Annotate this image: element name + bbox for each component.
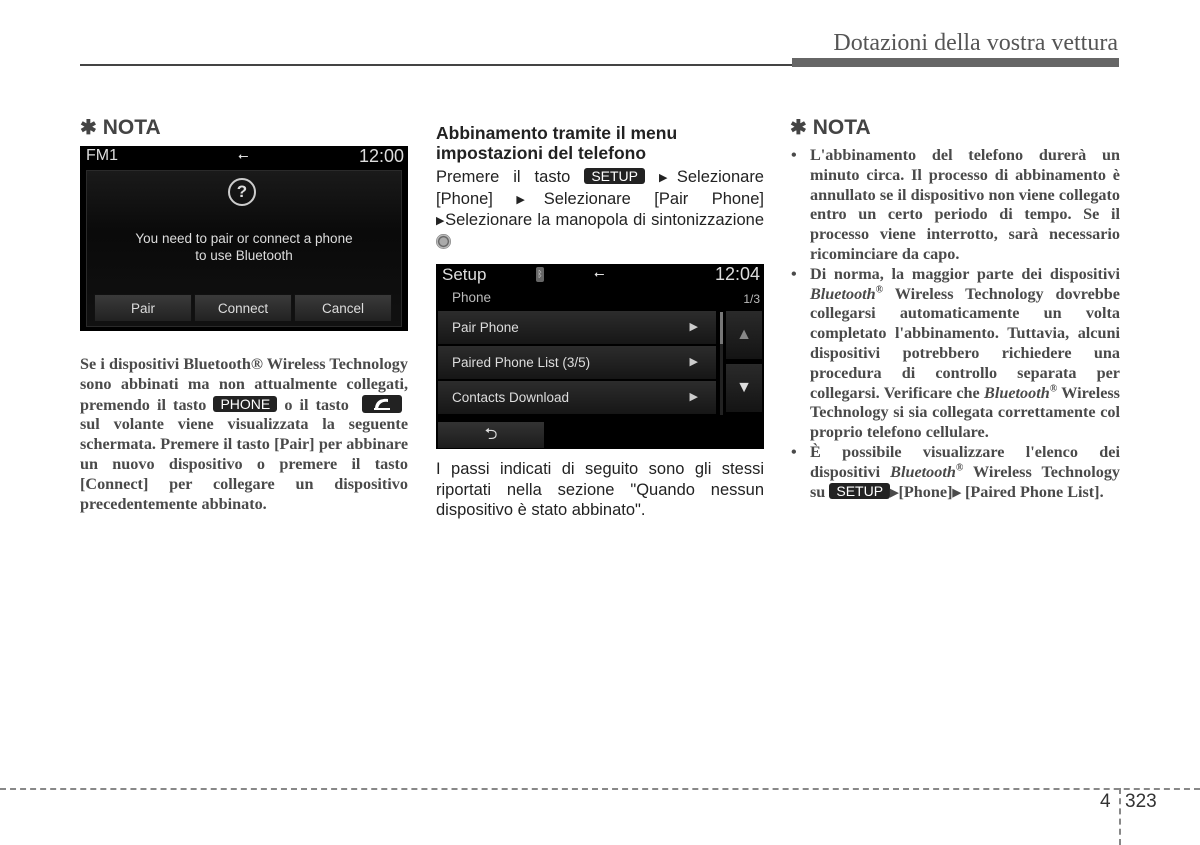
pair-button[interactable]: Pair: [94, 294, 192, 322]
play-arrow-icon: ▶: [689, 321, 698, 333]
section-header-title: Dotazioni della vostra vettura: [833, 30, 1118, 56]
bluetooth-prompt-screen: FM1 ⭠ 12:00 ? You need to pair or connec…: [80, 146, 408, 331]
arrow-right-icon: ▶: [890, 486, 899, 499]
note-text: L'abbinamento del telefono durerà un min…: [810, 146, 1120, 263]
dialog-buttons: Pair Connect Cancel: [94, 294, 392, 322]
note-item: • L'abbinamento del telefono durerà un m…: [791, 146, 1120, 265]
subsection-heading: Abbinamento tramite il menu impostazioni…: [436, 123, 678, 163]
call-key-icon: [362, 394, 403, 413]
notes-list: • L'abbinamento del telefono durerà un m…: [791, 146, 1120, 503]
clock: 12:04: [714, 264, 760, 284]
menu-item-paired-phone-list[interactable]: Paired Phone List (3/5) ▶: [438, 346, 716, 379]
bluetooth-icon: ᛒ: [536, 267, 544, 282]
bullet-icon: •: [791, 264, 797, 283]
bullet-icon: •: [791, 146, 797, 164]
message-line-2: to use Bluetooth: [195, 248, 293, 263]
bullet-icon: •: [791, 442, 797, 461]
menu-item-pair-phone[interactable]: Pair Phone ▶: [438, 311, 716, 344]
message-line-1: You need to pair or connect a phone: [135, 231, 353, 246]
column-left: ✱ NOTA FM1 ⭠ 12:00 ? You need to pair or…: [80, 115, 408, 514]
nota-label: NOTA: [102, 115, 161, 139]
scrollbar-thumb[interactable]: [720, 312, 723, 344]
play-arrow-icon: ▶: [689, 356, 698, 368]
nota-label: NOTA: [812, 115, 871, 139]
menu-item-label: Pair Phone: [452, 320, 519, 335]
page-indicator: 1/3: [743, 292, 760, 306]
cancel-button[interactable]: Cancel: [294, 294, 392, 322]
asterisk-icon: ✱: [790, 117, 807, 139]
bluetooth-word: Bluetooth: [810, 284, 876, 303]
note-item: • Di norma, la maggior parte dei disposi…: [791, 264, 1120, 443]
para-text-c: sul volante viene visualizzata la seguen…: [80, 415, 408, 513]
nota-heading: ✱ NOTA: [790, 115, 1120, 140]
back-button[interactable]: ⮌: [438, 422, 544, 448]
tune-knob-icon: [436, 233, 451, 249]
screen-title: Setup: [442, 265, 487, 284]
column-middle: Abbinamento tramite il menu impostazioni…: [436, 119, 764, 521]
connect-button[interactable]: Connect: [194, 294, 292, 322]
page-number: 323: [1125, 791, 1157, 812]
arrow-right-icon: ▶: [952, 486, 961, 499]
menu-item-contacts-download[interactable]: Contacts Download ▶: [438, 381, 716, 414]
nota-heading: ✱ NOTA: [80, 115, 408, 140]
chapter-number: 4: [1100, 791, 1111, 812]
arrow-right-icon: ▶: [658, 172, 677, 184]
steps-paragraph: Premere il tasto SETUP ▶Selezionare [Pho…: [436, 167, 764, 252]
note-text: [Paired Phone List].: [964, 482, 1104, 501]
pairing-paragraph: Se i dispositivi Bluetooth® Wireless Tec…: [80, 355, 408, 514]
header-bar: [792, 58, 1119, 67]
dialog-message: You need to pair or connect a phone to u…: [80, 230, 408, 264]
footer-rule: [0, 788, 1200, 790]
footer-divider: [1119, 788, 1121, 845]
registered-mark: ®: [955, 462, 964, 474]
arrow-right-icon: ▶: [516, 193, 544, 206]
steps-note: I passi indicati di seguito sono gli ste…: [436, 460, 764, 519]
scroll-down-button[interactable]: ▼: [726, 364, 762, 412]
phone-key-badge: PHONE: [213, 395, 278, 412]
arrow-right-icon: ▶: [436, 215, 446, 227]
note-text: [Phone]: [898, 482, 953, 501]
question-icon: ?: [228, 178, 256, 206]
asterisk-icon: ✱: [80, 117, 97, 139]
setup-phone-screen: Setup ᛒ ⭠ 12:04 Phone 1/3 Pair Phone ▶ P…: [436, 264, 764, 449]
screen-subtitle: Phone: [452, 290, 492, 305]
step-text-d: Selezionare la manopola di sintonizzazio…: [445, 211, 764, 229]
para-text-b: o il tasto: [284, 395, 349, 414]
note-item: • È possibile visualizzare l'elenco dei …: [791, 443, 1120, 503]
status-bar: FM1 ⭠ 12:00: [80, 146, 408, 168]
setup-key-badge: SETUP: [829, 482, 891, 499]
header-rule: [80, 64, 792, 66]
usb-icon: ⭠: [238, 148, 249, 163]
play-arrow-icon: ▶: [689, 391, 698, 403]
bluetooth-word: Bluetooth: [890, 462, 956, 481]
setup-key-badge: SETUP: [584, 168, 645, 184]
menu-list: Pair Phone ▶ Paired Phone List (3/5) ▶ C…: [438, 311, 716, 416]
status-bar: Setup ᛒ ⭠ 12:04: [436, 264, 764, 286]
registered-mark: ®: [875, 284, 884, 296]
menu-item-label: Contacts Download: [452, 390, 570, 405]
menu-item-label: Paired Phone List (3/5): [452, 355, 591, 370]
step-text-c: Selezionare [Pair Phone]: [543, 189, 764, 208]
bluetooth-word: Bluetooth: [984, 383, 1050, 402]
source-label: FM1: [86, 147, 118, 164]
scroll-up-button[interactable]: ▲: [726, 311, 762, 359]
clock: 12:00: [358, 146, 404, 166]
note-text: Di norma, la maggior parte dei dispositi…: [810, 264, 1120, 283]
registered-mark: ®: [1049, 383, 1058, 395]
column-right: ✱ NOTA • L'abbinamento del telefono dure…: [790, 115, 1120, 503]
step-text-a: Premere il tasto: [436, 168, 571, 186]
usb-icon: ⭠: [594, 266, 605, 281]
